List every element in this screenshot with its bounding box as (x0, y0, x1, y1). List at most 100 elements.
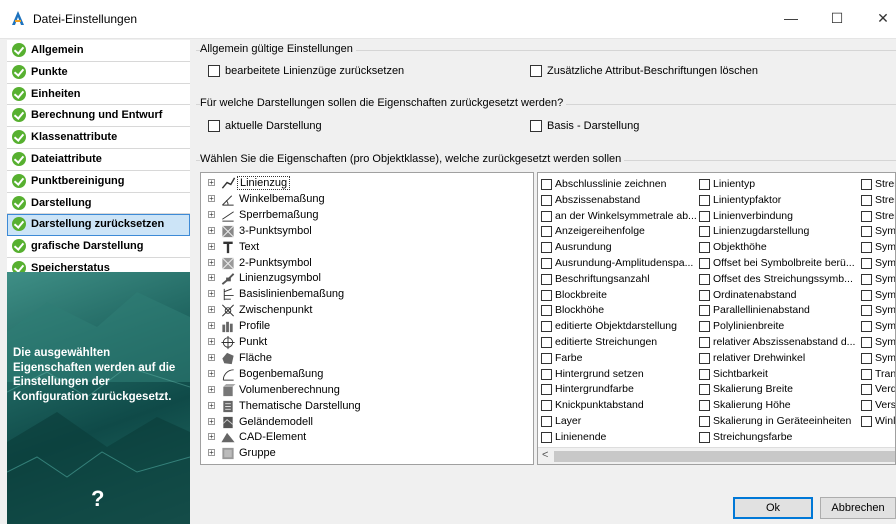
property-checkbox[interactable] (861, 337, 872, 348)
scrollbar-thumb[interactable] (554, 451, 895, 462)
property-checkbox[interactable] (541, 384, 552, 396)
property-item[interactable]: Linienende (541, 430, 697, 445)
property-checkbox[interactable] (699, 273, 710, 285)
property-checkbox[interactable] (541, 273, 552, 285)
property-checkbox[interactable] (699, 400, 710, 412)
property-item[interactable]: an der Winkelsymmetrale ab... (541, 209, 697, 224)
property-item[interactable]: Linienverbindung (699, 209, 855, 224)
property-checkbox[interactable] (541, 400, 552, 412)
property-checkbox[interactable] (541, 258, 552, 269)
basis-view-checkbox[interactable] (530, 120, 542, 132)
property-item[interactable]: Sym (861, 224, 895, 239)
property-checkbox[interactable] (541, 289, 552, 301)
maximize-button[interactable]: ☐ (814, 0, 860, 38)
property-checkbox[interactable] (861, 242, 872, 254)
property-checkbox[interactable] (699, 321, 710, 333)
property-checkbox[interactable] (541, 210, 552, 222)
property-checkbox[interactable] (541, 305, 552, 317)
expand-icon[interactable]: + (208, 242, 215, 250)
property-checkbox[interactable] (699, 242, 710, 254)
sidebar-item-dateiattribute[interactable]: Dateiattribute (7, 148, 190, 171)
minimize-button[interactable]: — (768, 0, 814, 38)
property-checkbox[interactable] (861, 226, 872, 238)
property-checkbox[interactable] (699, 416, 710, 427)
expand-icon[interactable]: + (208, 449, 215, 457)
sidebar-item-klassenattribute[interactable]: Klassenattribute (7, 127, 190, 149)
expand-icon[interactable]: + (208, 417, 215, 425)
property-checkbox[interactable] (861, 400, 872, 412)
property-item[interactable]: Skalierung Höhe (699, 398, 855, 413)
property-checkbox[interactable] (861, 258, 872, 269)
property-item[interactable]: Skalierung in Geräteeinheiten (699, 414, 855, 429)
sidebar-item-allgemein[interactable]: Allgemein (7, 40, 190, 62)
property-item[interactable]: Objekthöhe (699, 240, 855, 255)
property-checkbox[interactable] (699, 384, 710, 396)
property-checkbox[interactable] (541, 352, 552, 364)
ok-button[interactable]: Ok (733, 497, 813, 519)
property-item[interactable]: Sym (861, 256, 895, 271)
property-item[interactable]: Skalierung Breite (699, 382, 855, 397)
property-item[interactable]: Abschlusslinie zeichnen (541, 177, 697, 192)
property-item[interactable]: Tran (861, 367, 895, 382)
property-list[interactable]: Abschlusslinie zeichnen Abszissenabstand a… (537, 172, 896, 465)
expand-icon[interactable]: + (208, 385, 215, 393)
property-item[interactable]: Knickpunktabstand (541, 398, 697, 413)
cancel-button[interactable]: Abbrechen (820, 497, 896, 519)
expand-icon[interactable]: + (208, 322, 215, 330)
property-item[interactable]: Sym (861, 303, 895, 318)
expand-icon[interactable]: + (208, 401, 215, 409)
property-checkbox[interactable] (541, 416, 552, 427)
property-item[interactable]: Sym (861, 335, 895, 350)
scroll-left-icon[interactable]: < (542, 449, 548, 461)
property-checkbox[interactable] (699, 368, 710, 380)
property-item[interactable]: Farbe (541, 351, 697, 366)
property-item[interactable]: Offset bei Symbolbreite berü... (699, 256, 855, 271)
expand-icon[interactable]: + (208, 369, 215, 377)
expand-icon[interactable]: + (208, 274, 215, 282)
property-item[interactable]: Blockhöhe (541, 303, 697, 318)
property-checkbox[interactable] (861, 384, 872, 396)
expand-icon[interactable]: + (208, 210, 215, 218)
property-item[interactable]: Sym (861, 240, 895, 255)
property-checkbox[interactable] (861, 416, 872, 427)
property-item[interactable]: Linientyp (699, 177, 855, 192)
property-item[interactable]: Sichtbarkeit (699, 367, 855, 382)
property-checkbox[interactable] (541, 337, 552, 348)
property-item[interactable]: Hintergrund setzen (541, 367, 697, 382)
property-item[interactable]: editierte Objektdarstellung (541, 319, 697, 334)
property-item[interactable]: Vers (861, 398, 895, 413)
sidebar-item-berechnung-und-entwurf[interactable]: Berechnung und Entwurf (7, 105, 190, 128)
sidebar-item-einheiten[interactable]: Einheiten (7, 83, 190, 106)
property-checkbox[interactable] (699, 352, 710, 364)
property-item[interactable]: Beschriftungsanzahl (541, 272, 697, 287)
property-item[interactable]: Offset des Streichungssymb... (699, 272, 855, 287)
property-checkbox[interactable] (699, 258, 710, 269)
expand-icon[interactable]: + (208, 338, 215, 346)
property-item[interactable]: Sym (861, 272, 895, 287)
expand-icon[interactable]: + (208, 306, 215, 314)
property-checkbox[interactable] (699, 289, 710, 301)
property-item[interactable]: Verd (861, 382, 895, 397)
property-item[interactable]: Winl (861, 414, 895, 429)
property-checkbox[interactable] (861, 305, 872, 317)
property-checkbox[interactable] (699, 431, 710, 443)
delete-attr-labels-checkbox[interactable] (530, 65, 542, 77)
property-item[interactable]: Abszissenabstand (541, 193, 697, 208)
property-checkbox[interactable] (699, 337, 710, 348)
property-item[interactable]: Ausrundung (541, 240, 697, 255)
expand-icon[interactable]: + (208, 258, 215, 266)
property-item[interactable]: Layer (541, 414, 697, 429)
sidebar-item-darstellung[interactable]: Darstellung (7, 192, 190, 215)
expand-icon[interactable]: + (208, 433, 215, 441)
property-item[interactable]: Streichungsfarbe (699, 430, 855, 445)
property-item[interactable]: editierte Streichungen (541, 335, 697, 350)
property-checkbox[interactable] (541, 242, 552, 254)
property-checkbox[interactable] (861, 368, 872, 380)
property-checkbox[interactable] (541, 194, 552, 206)
property-checkbox[interactable] (541, 321, 552, 333)
expand-icon[interactable]: + (208, 226, 215, 234)
property-item[interactable]: Strei (861, 209, 895, 224)
property-item[interactable]: Sym (861, 319, 895, 334)
property-checkbox[interactable] (699, 210, 710, 222)
property-checkbox[interactable] (861, 179, 872, 190)
